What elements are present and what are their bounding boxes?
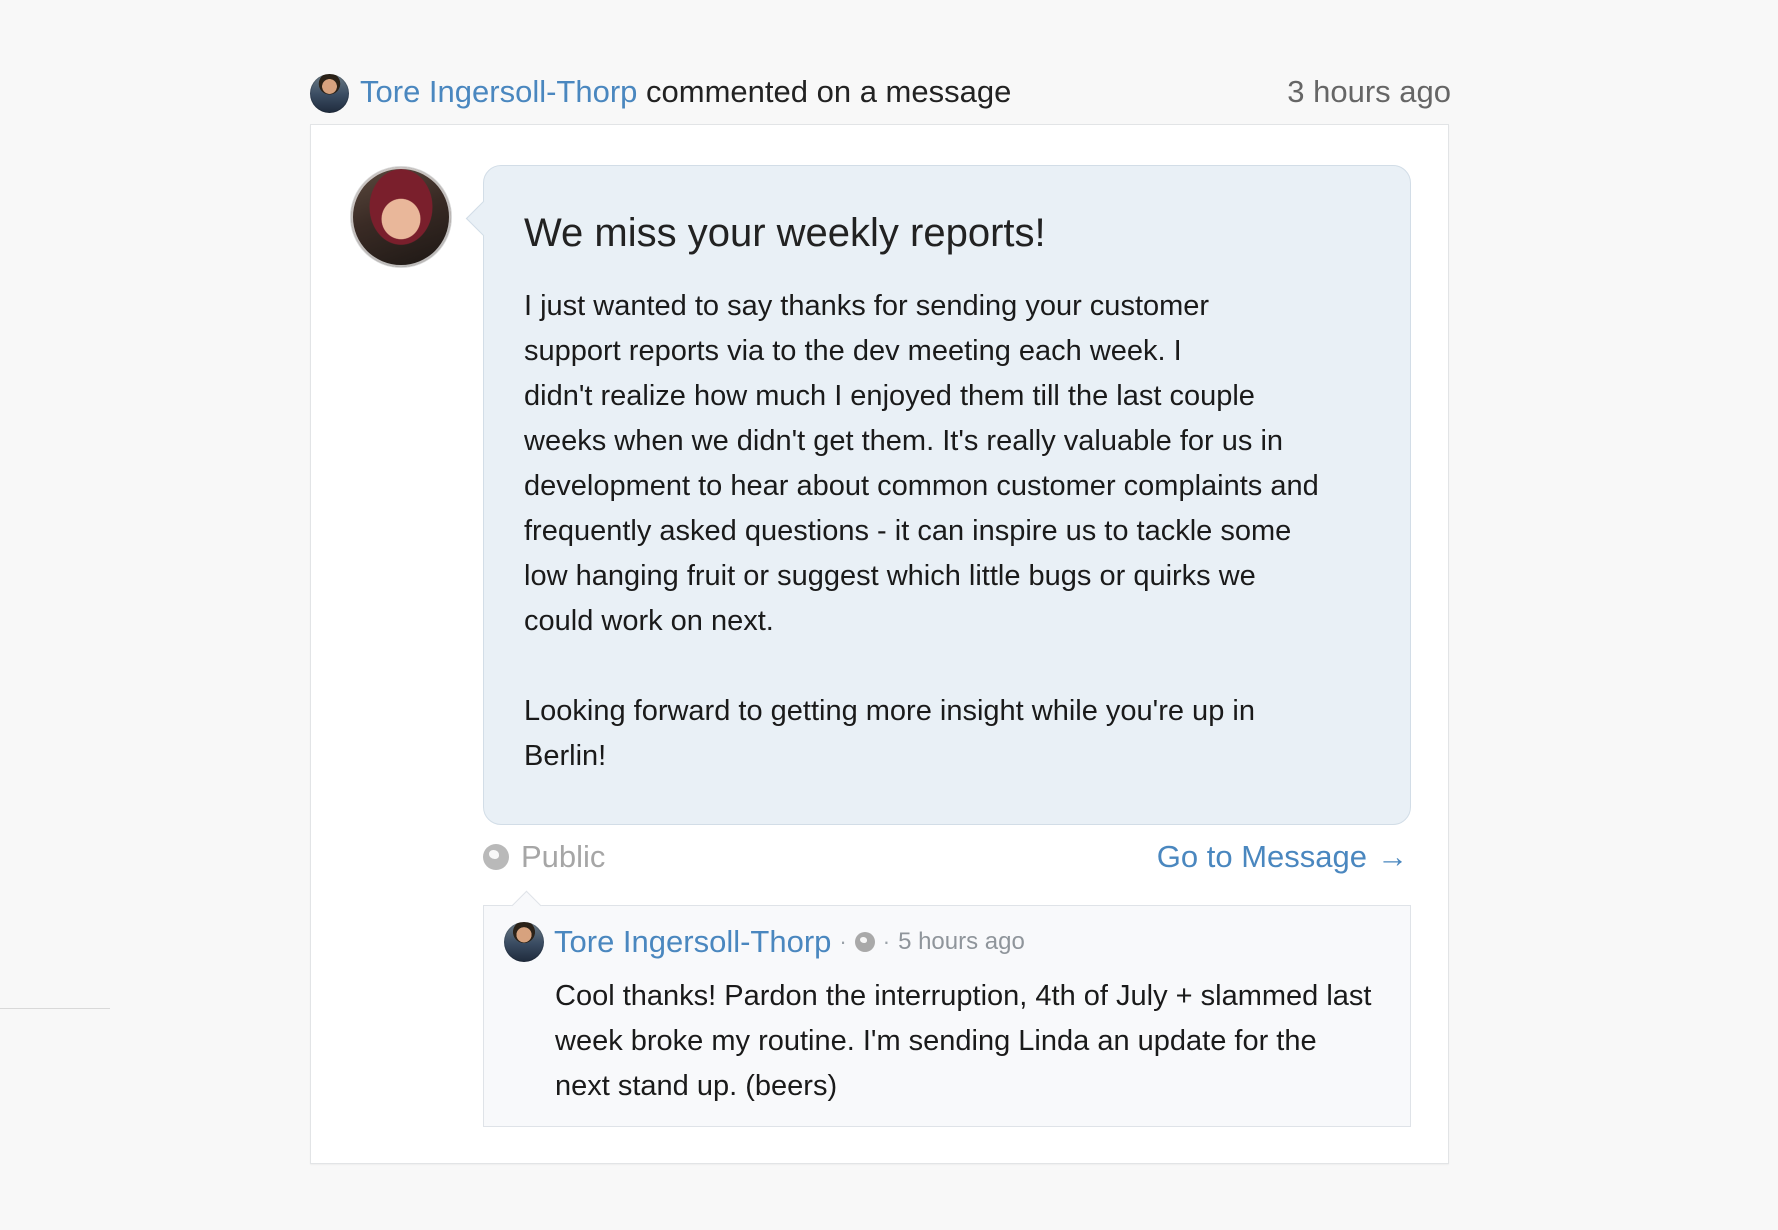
separator: · bbox=[839, 929, 847, 954]
comment-header: Tore Ingersoll-Thorp · · 5 hours ago bbox=[504, 920, 1025, 964]
activity-action: commented on a message bbox=[646, 74, 1012, 109]
activity-header: Tore Ingersoll-Thorp commented on a mess… bbox=[310, 68, 1451, 124]
comment-pointer bbox=[511, 890, 542, 921]
bubble-pointer bbox=[465, 200, 502, 237]
globe-icon bbox=[483, 844, 509, 870]
visibility-indicator: Public bbox=[483, 837, 605, 877]
globe-icon bbox=[854, 932, 875, 952]
activity-time: 3 hours ago bbox=[1287, 74, 1451, 109]
comment-time: 5 hours ago bbox=[898, 928, 1025, 955]
activity-summary: Tore Ingersoll-Thorp commented on a mess… bbox=[360, 72, 1011, 112]
message-bubble: We miss your weekly reports! I just want… bbox=[465, 165, 1411, 825]
go-to-message-link[interactable]: Go to Message → bbox=[1157, 837, 1408, 877]
message-author-avatar[interactable] bbox=[351, 167, 451, 267]
message-title: We miss your weekly reports! bbox=[524, 211, 1046, 255]
separator: · bbox=[882, 929, 891, 954]
comment-author-avatar[interactable] bbox=[504, 922, 544, 962]
activity-author-link[interactable]: Tore Ingersoll-Thorp bbox=[360, 74, 637, 109]
comment: Tore Ingersoll-Thorp · · 5 hours ago Coo… bbox=[483, 890, 1411, 1127]
comment-author-link[interactable]: Tore Ingersoll-Thorp bbox=[554, 924, 831, 960]
message-body: I just wanted to say thanks for sending … bbox=[524, 290, 1319, 772]
go-to-message-label: Go to Message bbox=[1156, 839, 1367, 874]
comment-body: Cool thanks! Pardon the interruption, 4t… bbox=[555, 980, 1372, 1102]
visibility-label: Public bbox=[521, 839, 606, 874]
author-avatar[interactable] bbox=[310, 74, 349, 113]
arrow-right-icon: → bbox=[1377, 839, 1408, 874]
left-divider bbox=[0, 1008, 110, 1009]
message-card: We miss your weekly reports! I just want… bbox=[310, 124, 1449, 1164]
activity-feed-item: Tore Ingersoll-Thorp commented on a mess… bbox=[310, 68, 1451, 1164]
